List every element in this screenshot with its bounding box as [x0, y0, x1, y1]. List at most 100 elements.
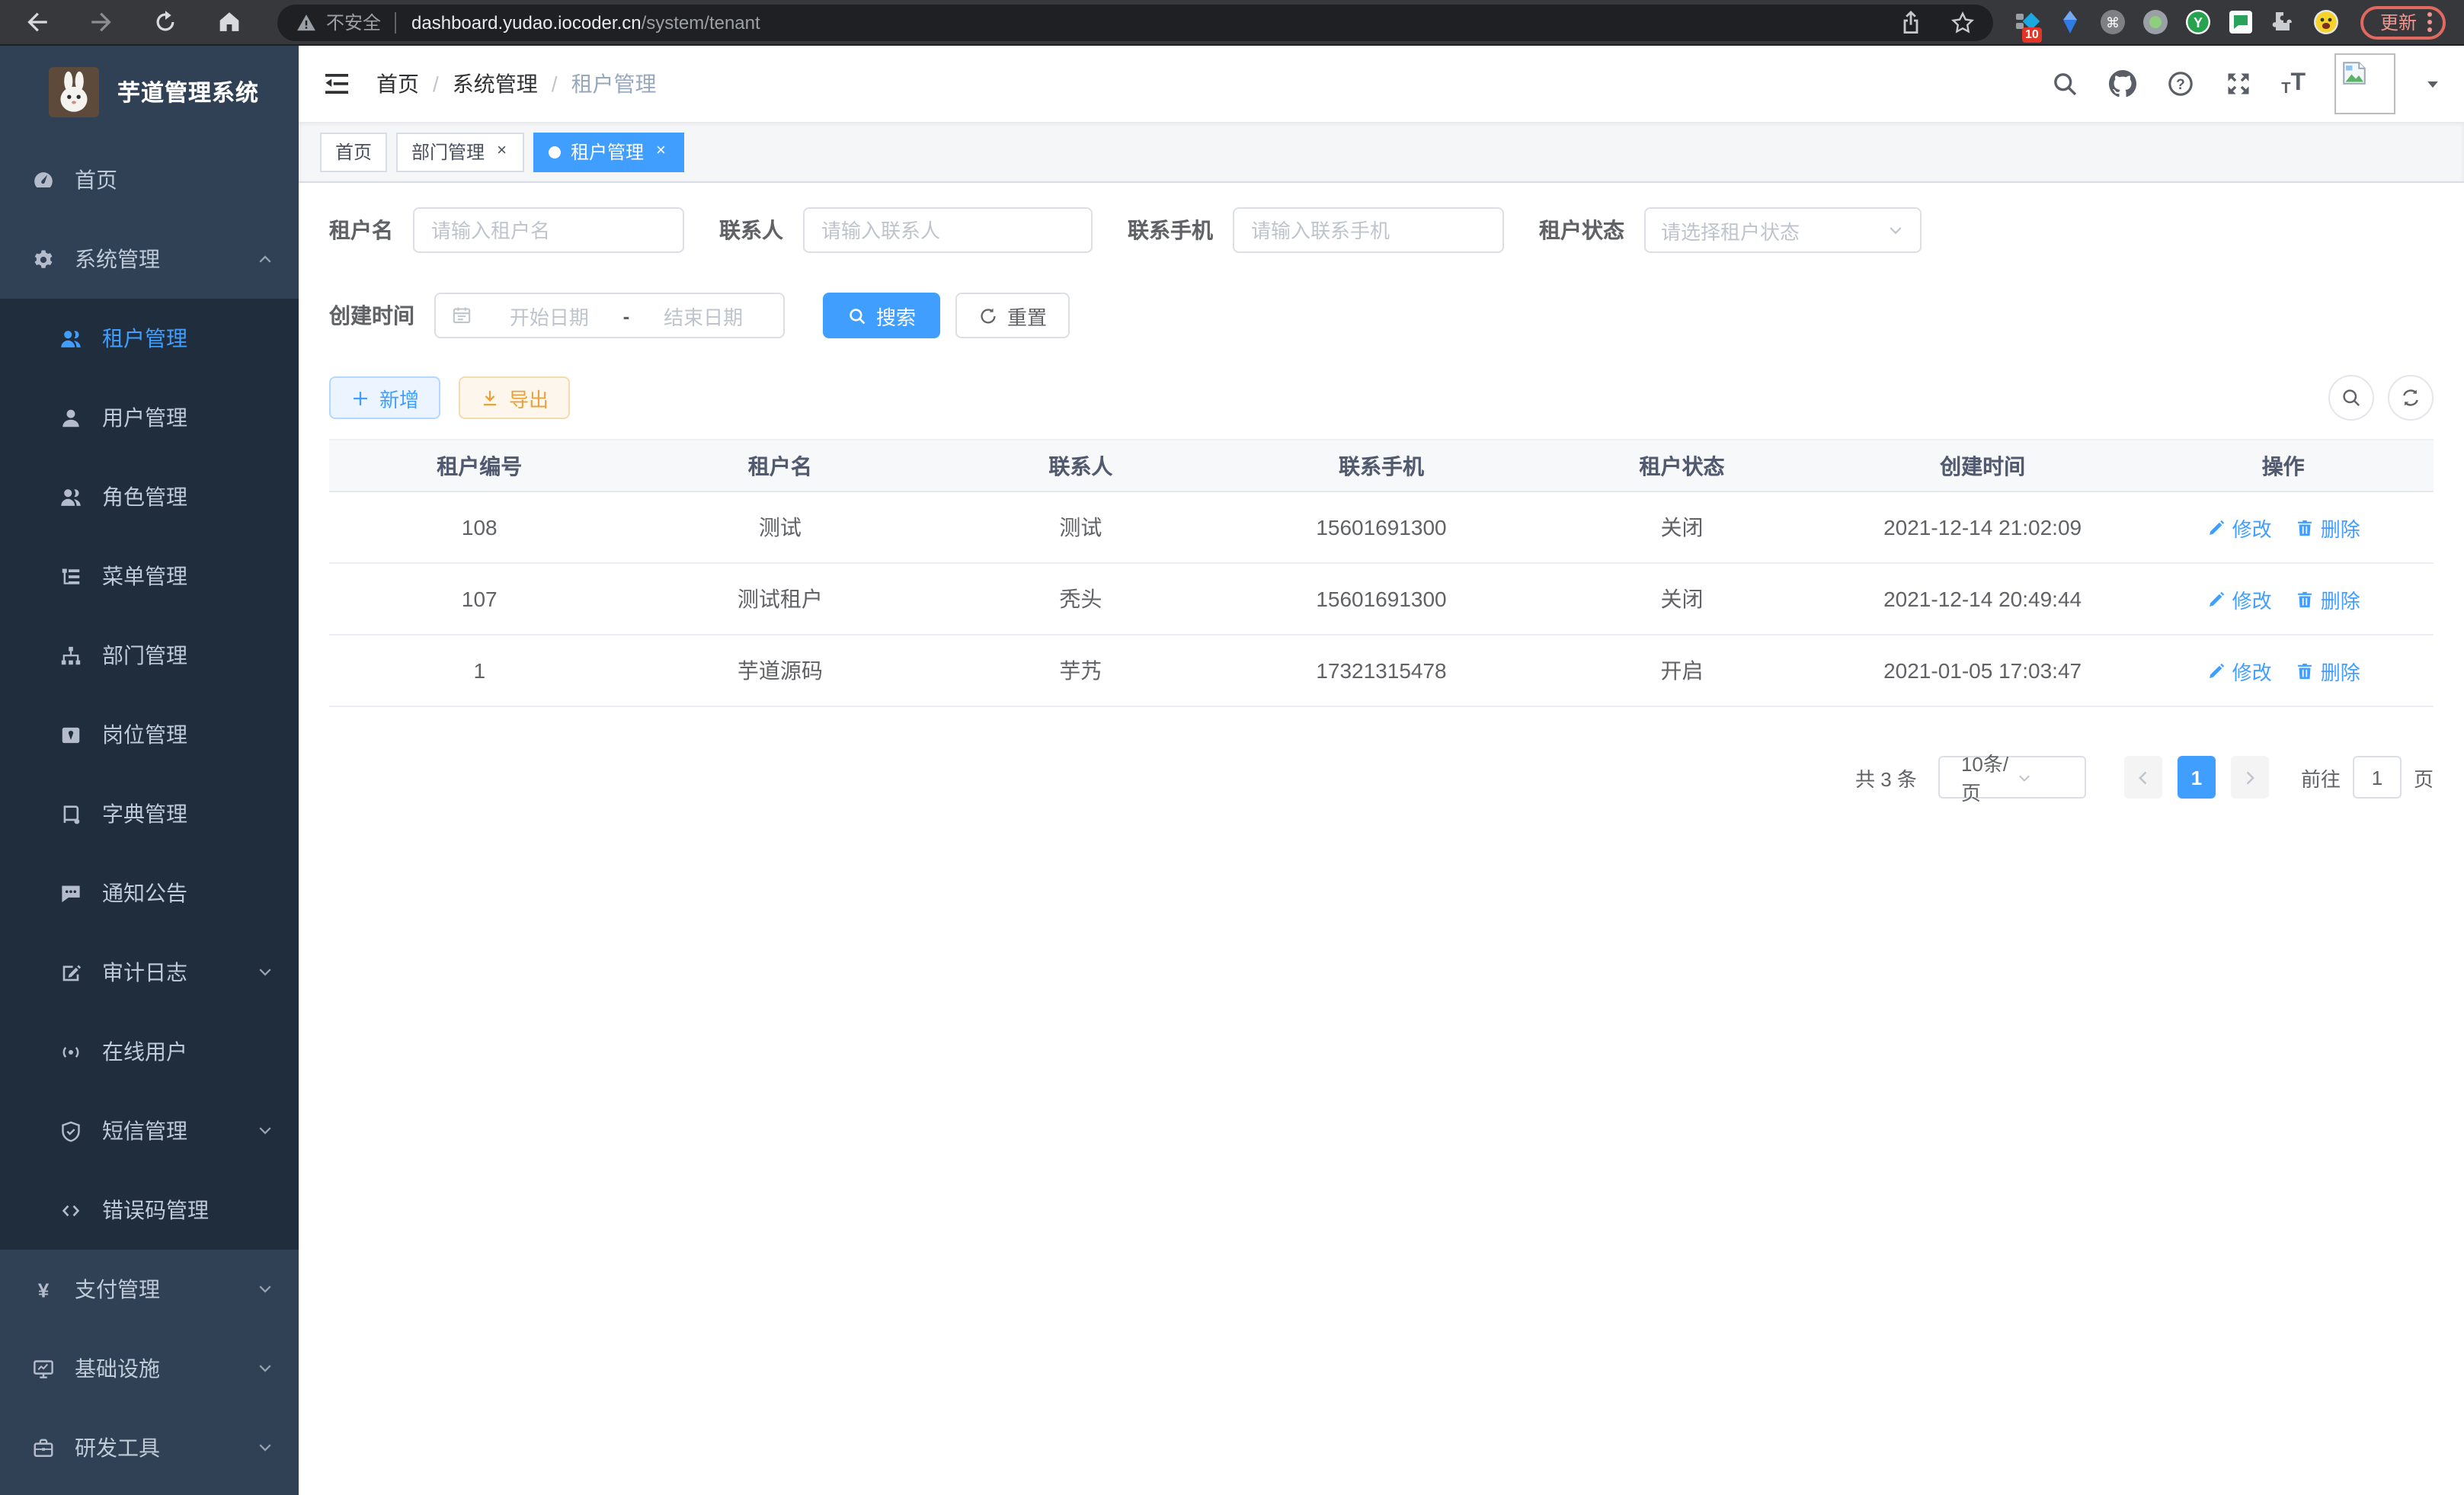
- date-separator: -: [614, 304, 639, 327]
- mobile-input[interactable]: [1233, 207, 1504, 253]
- browser-forward-icon[interactable]: [85, 7, 116, 37]
- browser-home-icon[interactable]: [213, 7, 244, 37]
- refresh-table-button[interactable]: [2388, 375, 2434, 421]
- ext-emoji-icon[interactable]: [2313, 9, 2339, 35]
- sidebar-item-15[interactable]: 基础设施: [0, 1329, 299, 1408]
- tab-2[interactable]: 租户管理 ×: [534, 132, 684, 171]
- goto-label: 前往: [2301, 763, 2341, 792]
- ext-chat-icon[interactable]: [2228, 9, 2254, 35]
- not-secure-label[interactable]: 不安全: [326, 9, 381, 35]
- sidebar-item-12[interactable]: 短信管理: [0, 1091, 299, 1170]
- sidebar-item-3[interactable]: 用户管理: [0, 378, 299, 457]
- ext-command-icon[interactable]: ⌘: [2100, 9, 2126, 35]
- reset-button[interactable]: 重置: [955, 293, 1070, 338]
- browser-reload-icon[interactable]: [149, 7, 180, 37]
- search-button[interactable]: 搜索: [823, 293, 940, 338]
- breadcrumb-item[interactable]: 系统管理: [453, 69, 538, 99]
- ext-puzzle-icon[interactable]: [2270, 9, 2296, 35]
- sidebar-fold-icon[interactable]: [322, 69, 352, 99]
- tenant-table: 租户编号租户名联系人联系手机租户状态创建时间操作 108测试测试15601691…: [329, 439, 2434, 707]
- add-button[interactable]: 新增: [329, 376, 440, 419]
- header-search-icon[interactable]: [2050, 69, 2078, 98]
- svg-text:⌘: ⌘: [2106, 15, 2120, 30]
- prev-page-button[interactable]: [2124, 756, 2162, 799]
- top-navbar: 首页/系统管理/租户管理 ? TT: [299, 46, 2464, 122]
- edit-link[interactable]: 修改: [2206, 656, 2272, 685]
- tab-label: 租户管理: [571, 139, 644, 165]
- sidebar-item-16[interactable]: 研发工具: [0, 1408, 299, 1487]
- edit-link[interactable]: 修改: [2206, 513, 2272, 542]
- export-button[interactable]: 导出: [459, 376, 570, 419]
- delete-link[interactable]: 删除: [2295, 656, 2360, 685]
- sidebar-item-label: 字典管理: [102, 799, 187, 829]
- table-column-header: 操作: [2133, 440, 2434, 491]
- sidebar-item-5[interactable]: 菜单管理: [0, 536, 299, 616]
- sidebar-item-7[interactable]: 岗位管理: [0, 695, 299, 774]
- ext-kite-icon[interactable]: [2057, 9, 2083, 35]
- close-icon[interactable]: ×: [653, 142, 669, 162]
- browser-toolbar: 不安全 dashboard.yudao.iocoder.cn/system/te…: [0, 0, 2464, 46]
- sidebar-item-9[interactable]: 通知公告: [0, 853, 299, 933]
- ext-diamond-icon[interactable]: 10: [2014, 9, 2040, 35]
- edit-link[interactable]: 修改: [2206, 584, 2272, 613]
- chevron-down-icon: [256, 1359, 274, 1378]
- tenant-name-label: 租户名: [329, 215, 393, 245]
- goto-page-input[interactable]: [2353, 756, 2402, 799]
- delete-link[interactable]: 删除: [2295, 513, 2360, 542]
- tab-label: 首页: [335, 139, 372, 165]
- fullscreen-icon[interactable]: [2223, 69, 2252, 98]
- browser-menu-icon[interactable]: [2427, 12, 2432, 32]
- tenant-name-input[interactable]: [413, 207, 684, 253]
- tab-1[interactable]: 部门管理×: [396, 132, 525, 171]
- menu-tree-icon: [58, 564, 82, 588]
- ext-record-icon[interactable]: [2142, 9, 2168, 35]
- table-row: 107测试租户秃头15601691300关闭2021-12-14 20:49:4…: [329, 563, 2434, 635]
- reset-button-label: 重置: [1007, 301, 1047, 330]
- tab-0[interactable]: 首页: [320, 132, 387, 171]
- code-icon: [58, 1198, 82, 1222]
- sidebar-item-10[interactable]: 审计日志: [0, 933, 299, 1012]
- sidebar-item-13[interactable]: 错误码管理: [0, 1170, 299, 1250]
- font-size-icon[interactable]: TT: [2281, 70, 2306, 98]
- user-avatar[interactable]: [2334, 53, 2395, 114]
- date-range-picker[interactable]: 开始日期 - 结束日期: [434, 293, 785, 338]
- sidebar-item-label: 菜单管理: [102, 561, 187, 591]
- ext-y-icon[interactable]: Y: [2185, 9, 2211, 35]
- sidebar-item-1[interactable]: 系统管理: [0, 219, 299, 299]
- cell-actions: 修改删除: [2133, 563, 2434, 635]
- infra-icon: [30, 1356, 55, 1381]
- cell-mobile: 15601691300: [1231, 563, 1532, 635]
- cell-mobile: 15601691300: [1231, 491, 1532, 563]
- cell-name: 芋道源码: [630, 635, 931, 706]
- close-icon[interactable]: ×: [494, 142, 510, 162]
- contact-input[interactable]: [803, 207, 1093, 253]
- sidebar-item-8[interactable]: 字典管理: [0, 774, 299, 853]
- pagination: 共 3 条 10条/页 1 前往 页: [329, 756, 2434, 799]
- sidebar-item-2[interactable]: 租户管理: [0, 299, 299, 378]
- help-icon[interactable]: ?: [2165, 69, 2194, 98]
- sidebar-item-14[interactable]: ¥支付管理: [0, 1250, 299, 1329]
- share-icon[interactable]: [1899, 10, 1923, 34]
- next-page-button[interactable]: [2231, 756, 2269, 799]
- sidebar-item-4[interactable]: 角色管理: [0, 457, 299, 536]
- notice-icon: [58, 881, 82, 905]
- sidebar-item-11[interactable]: 在线用户: [0, 1012, 299, 1091]
- update-label: 更新: [2380, 9, 2417, 35]
- address-bar[interactable]: 不安全 dashboard.yudao.iocoder.cn/system/te…: [277, 4, 1993, 40]
- app-logo[interactable]: 芋道管理系统: [0, 46, 299, 137]
- app-title: 芋道管理系统: [117, 75, 259, 107]
- breadcrumb-item[interactable]: 首页: [376, 69, 419, 99]
- sidebar-item-label: 用户管理: [102, 402, 187, 433]
- browser-update-button[interactable]: 更新: [2360, 5, 2446, 39]
- show-search-toggle-button[interactable]: [2328, 375, 2374, 421]
- page-number-1[interactable]: 1: [2178, 756, 2216, 799]
- delete-link[interactable]: 删除: [2295, 584, 2360, 613]
- avatar-caret-icon[interactable]: [2424, 75, 2441, 92]
- status-select[interactable]: 请选择租户状态: [1644, 207, 1922, 253]
- page-size-select[interactable]: 10条/页: [1938, 756, 2086, 799]
- sidebar-item-6[interactable]: 部门管理: [0, 616, 299, 695]
- browser-back-icon[interactable]: [21, 7, 52, 37]
- github-icon[interactable]: [2107, 69, 2136, 98]
- bookmark-star-icon[interactable]: [1950, 10, 1975, 34]
- sidebar-item-0[interactable]: 首页: [0, 140, 299, 219]
